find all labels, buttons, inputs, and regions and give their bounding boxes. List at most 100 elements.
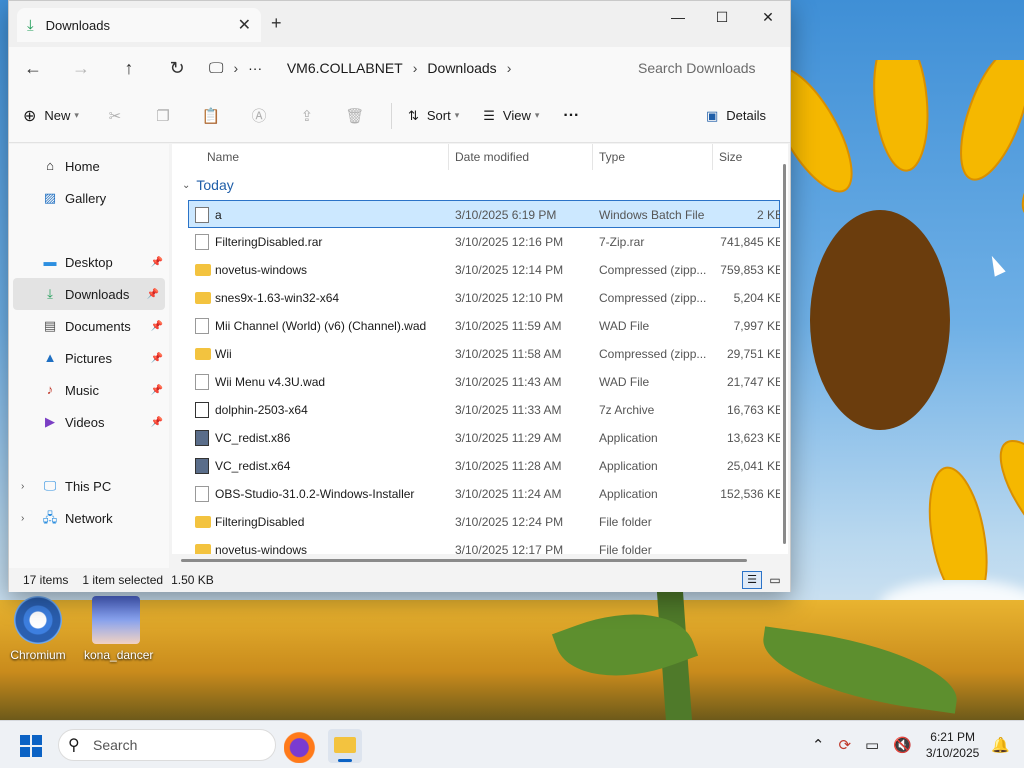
- sidebar-item-videos[interactable]: ▶ Videos 📌: [9, 406, 169, 438]
- forward-button[interactable]: →: [57, 58, 105, 79]
- sidebar-item-music[interactable]: ♪ Music 📌: [9, 374, 169, 406]
- chevron-right-icon[interactable]: ›: [21, 481, 24, 492]
- column-divider[interactable]: [448, 144, 449, 170]
- column-divider[interactable]: [712, 144, 713, 170]
- column-divider[interactable]: [592, 144, 593, 170]
- clock[interactable]: 6:21 PM 3/10/2025: [926, 729, 979, 761]
- chevron-right-icon[interactable]: ›: [413, 60, 418, 76]
- group-header-today[interactable]: ⌄ Today: [172, 170, 780, 200]
- close-tab-button[interactable]: ✕: [238, 15, 251, 35]
- chevron-right-icon[interactable]: ›: [21, 513, 24, 524]
- sidebar-item-label: Downloads: [65, 286, 130, 302]
- refresh-button[interactable]: ↻: [153, 58, 201, 79]
- file-date: 3/10/2025 12:24 PM: [455, 515, 564, 529]
- computer-icon[interactable]: 🖵: [209, 60, 223, 77]
- tiles-view-button[interactable]: ▭: [766, 571, 784, 589]
- sidebar-item-home[interactable]: ⌂ Home: [9, 150, 169, 182]
- file-date: 3/10/2025 6:19 PM: [455, 208, 557, 222]
- sidebar-item-gallery[interactable]: ▨ Gallery: [9, 182, 169, 214]
- chevron-up-icon[interactable]: ⌃: [812, 736, 825, 754]
- table-row[interactable]: VC_redist.x86 3/10/2025 11:29 AM Applicati…: [172, 424, 780, 452]
- chevron-right-icon[interactable]: ›: [233, 60, 238, 76]
- firefox-icon[interactable]: [284, 729, 318, 763]
- sidebar-item-documents[interactable]: ▤ Documents 📌: [9, 310, 169, 342]
- pin-icon[interactable]: 📌: [151, 321, 163, 332]
- up-button[interactable]: ↑: [105, 58, 153, 79]
- file-size: 759,853 KB: [720, 263, 780, 277]
- table-row[interactable]: snes9x-1.63-win32-x64 3/10/2025 12:10 PM C…: [172, 284, 780, 312]
- cut-icon[interactable]: ✂: [103, 107, 127, 125]
- share-icon[interactable]: ⇪: [295, 107, 319, 125]
- pin-icon[interactable]: 📌: [151, 417, 163, 428]
- table-row[interactable]: Mii Channel (World) (v6) (Channel).wad 3/…: [172, 312, 780, 340]
- column-header-name[interactable]: Name: [207, 150, 239, 164]
- taskbar-search-input[interactable]: Search: [58, 729, 276, 761]
- view-button[interactable]: ☰ View ▾: [483, 108, 539, 124]
- breadcrumb-more[interactable]: ···: [248, 60, 262, 76]
- details-view-button[interactable]: ☰: [742, 571, 762, 589]
- vertical-scrollbar[interactable]: [780, 144, 788, 554]
- column-header-date[interactable]: Date modified: [455, 150, 529, 164]
- pin-icon[interactable]: 📌: [151, 385, 163, 396]
- details-pane-button[interactable]: ▣ Details: [706, 108, 766, 124]
- sidebar-item-pictures[interactable]: ▲ Pictures 📌: [9, 342, 169, 374]
- sidebar-item-downloads[interactable]: ⤓ Downloads 📌: [13, 278, 165, 310]
- table-row[interactable]: Wii 3/10/2025 11:58 AM Compressed (zipp...…: [172, 340, 780, 368]
- more-options-button[interactable]: ···: [563, 107, 579, 125]
- maximize-button[interactable]: ☐: [699, 1, 745, 33]
- file-explorer-taskbar-button[interactable]: [328, 729, 362, 763]
- scrollbar-thumb[interactable]: [783, 164, 786, 544]
- table-row[interactable]: Wii Menu v4.3U.wad 3/10/2025 11:43 AM WAD …: [172, 368, 780, 396]
- gallery-icon: ▨: [43, 190, 57, 205]
- breadcrumb-item-downloads[interactable]: Downloads: [427, 60, 496, 76]
- sort-label: Sort: [426, 108, 451, 123]
- sidebar-item-network[interactable]: › 🖧 Network: [9, 502, 169, 534]
- new-tab-button[interactable]: +: [271, 13, 282, 34]
- copy-icon[interactable]: ❐: [151, 107, 175, 125]
- home-icon: ⌂: [46, 158, 54, 173]
- details-label: Details: [726, 108, 766, 123]
- pin-icon[interactable]: 📌: [147, 289, 159, 300]
- tab-title: Downloads: [45, 17, 110, 33]
- table-row[interactable]: a 3/10/2025 6:19 PM Windows Batch File 2 KB: [188, 200, 780, 228]
- column-header-size[interactable]: Size: [719, 150, 742, 164]
- close-window-button[interactable]: ✕: [745, 1, 791, 33]
- minimize-button[interactable]: —: [655, 1, 701, 33]
- anime-avatar-icon: [92, 596, 140, 644]
- table-row[interactable]: novetus-windows 3/10/2025 12:14 PM Compres…: [172, 256, 780, 284]
- desktop-icon-kona-dancer[interactable]: kona_dancer: [84, 596, 153, 662]
- delete-icon[interactable]: 🗑: [343, 107, 367, 125]
- tab-downloads[interactable]: ⤓ Downloads ✕: [17, 8, 261, 42]
- sidebar-item-desktop[interactable]: ▬ Desktop 📌: [9, 246, 169, 278]
- desktop-icon-chromium[interactable]: Chromium: [6, 596, 70, 662]
- sort-button[interactable]: ⇅ Sort ▾: [408, 108, 459, 124]
- table-row[interactable]: novetus-windows 3/10/2025 12:17 PM File fo…: [172, 536, 780, 554]
- music-icon: ♪: [46, 382, 54, 397]
- file-type: Compressed (zipp...: [599, 263, 707, 277]
- breadcrumb: 🖵 › ··· › VM6.COLLABNET › Downloads ›: [209, 47, 521, 89]
- pc-icon: 🖵: [43, 478, 57, 493]
- breadcrumb-item-host[interactable]: VM6.COLLABNET: [287, 60, 403, 76]
- table-row[interactable]: VC_redist.x64 3/10/2025 11:28 AM Applicati…: [172, 452, 780, 480]
- paste-icon[interactable]: 📋: [199, 107, 223, 125]
- sync-icon[interactable]: ⟳: [838, 736, 851, 754]
- table-row[interactable]: dolphin-2503-x64 3/10/2025 11:33 AM 7z Arc…: [172, 396, 780, 424]
- search-input[interactable]: Search Downloads: [616, 54, 786, 82]
- pin-icon[interactable]: 📌: [151, 257, 163, 268]
- new-button[interactable]: ⊕ New ▾: [23, 106, 79, 126]
- table-row[interactable]: FilteringDisabled 3/10/2025 12:24 PM File …: [172, 508, 780, 536]
- rename-icon[interactable]: Ⓐ: [247, 105, 271, 126]
- pin-icon[interactable]: 📌: [151, 353, 163, 364]
- column-header-type[interactable]: Type: [599, 150, 625, 164]
- chevron-right-icon[interactable]: ›: [507, 60, 512, 76]
- horizontal-scrollbar[interactable]: [181, 559, 747, 562]
- start-button[interactable]: [20, 735, 42, 757]
- volume-muted-icon[interactable]: 🔇: [893, 736, 912, 754]
- sunflower: [767, 60, 1024, 580]
- table-row[interactable]: FilteringDisabled.rar 3/10/2025 12:16 PM 7…: [172, 228, 780, 256]
- table-row[interactable]: OBS-Studio-31.0.2-Windows-Installer 3/10/…: [172, 480, 780, 508]
- sidebar-item-this-pc[interactable]: › 🖵 This PC: [9, 470, 169, 502]
- notification-bell-icon[interactable]: 🔔: [991, 736, 1010, 754]
- display-icon[interactable]: ▭: [865, 736, 879, 754]
- back-button[interactable]: ←: [9, 58, 57, 79]
